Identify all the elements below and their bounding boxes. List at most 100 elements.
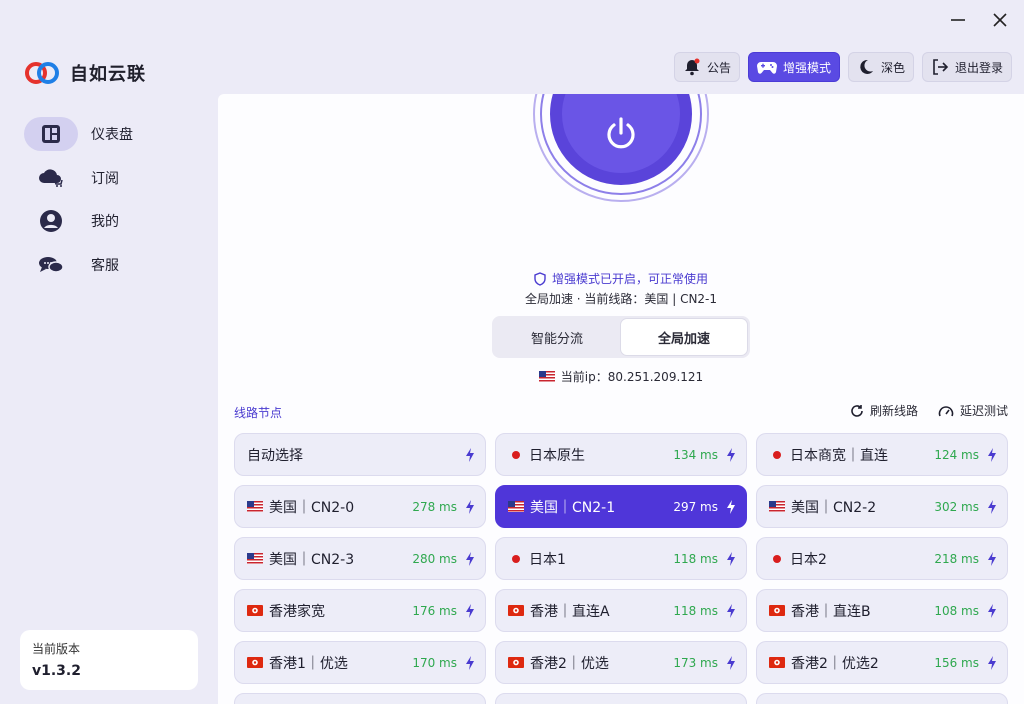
- node-name: 香港家宽: [269, 603, 325, 620]
- node-name: 日本原生: [529, 447, 585, 464]
- sidebar-item-dashboard[interactable]: 仪表盘: [24, 116, 204, 152]
- node-latency: 218 ms: [934, 551, 979, 566]
- enhanced-status: 增强模式已开启，可正常使用: [218, 270, 1024, 287]
- node-card[interactable]: 日本2 218 ms: [756, 537, 1008, 580]
- node-latency: 302 ms: [934, 499, 979, 514]
- mode-smart-split[interactable]: 智能分流: [494, 318, 620, 356]
- enhanced-mode-label: 增强模式: [782, 60, 831, 75]
- version-value: v1.3.2: [32, 663, 81, 679]
- node-latency: 176 ms: [412, 603, 457, 618]
- node-latency: 108 ms: [934, 603, 979, 618]
- sidebar-item-label: 我的: [91, 214, 119, 230]
- enhanced-mode-button[interactable]: 增强模式: [747, 52, 840, 82]
- node-name: 香港｜直连B: [791, 603, 871, 620]
- sidebar-item-profile[interactable]: 我的: [24, 203, 204, 239]
- lightning-icon: [988, 499, 996, 514]
- mode-global-accel[interactable]: 全局加速: [620, 318, 748, 356]
- current-ip: 当前ip：80.251.209.121: [218, 368, 1024, 385]
- sidebar-item-label: 客服: [91, 257, 119, 274]
- cloud-cart-icon: [24, 161, 78, 195]
- lightning-icon: [466, 655, 474, 670]
- current-mode-text: 全局加速 · 当前线路：美国 | CN2-1: [524, 292, 718, 306]
- dark-mode-label: 深色: [880, 60, 905, 75]
- top-toolbar: 公告 增强模式 深色 退出登录: [673, 52, 1012, 82]
- lightning-icon: [466, 551, 474, 566]
- node-card[interactable]: 自动选择: [234, 433, 486, 476]
- node-card-partial[interactable]: [756, 693, 1008, 704]
- nodes-section-title: 线路节点: [234, 406, 283, 420]
- logout-button[interactable]: 退出登录: [921, 52, 1012, 82]
- node-name: 香港｜直连A: [530, 603, 610, 620]
- minimize-icon: [951, 19, 965, 21]
- us-flag-icon: [247, 553, 263, 564]
- chat-icon: [24, 248, 78, 282]
- node-card[interactable]: 香港1｜优选 170 ms: [234, 641, 486, 684]
- sidebar-item-subscription[interactable]: 订阅: [24, 160, 204, 196]
- sidebar-item-label: 订阅: [91, 170, 119, 187]
- node-name: 美国｜CN2-0: [269, 499, 355, 516]
- node-name: 日本商宽｜直连: [790, 447, 888, 464]
- current-ip-text: 当前ip：80.251.209.121: [560, 370, 704, 384]
- node-card-partial[interactable]: [234, 693, 486, 704]
- lightning-icon: [466, 447, 474, 462]
- speedometer-icon: [938, 405, 954, 416]
- node-card[interactable]: 日本原生 134 ms: [495, 433, 747, 476]
- node-card-partial[interactable]: [495, 693, 747, 704]
- node-card[interactable]: 日本商宽｜直连 124 ms: [756, 433, 1008, 476]
- node-latency: 297 ms: [673, 499, 718, 514]
- lightning-icon: [727, 603, 735, 618]
- node-latency: 134 ms: [673, 447, 718, 462]
- us-flag-icon: [769, 501, 785, 512]
- node-card[interactable]: 美国｜CN2-1 297 ms: [495, 485, 747, 528]
- node-card[interactable]: 美国｜CN2-2 302 ms: [756, 485, 1008, 528]
- refresh-nodes-label: 刷新线路: [869, 404, 918, 418]
- power-button[interactable]: [533, 94, 709, 202]
- node-card[interactable]: 香港2｜优选2 156 ms: [756, 641, 1008, 684]
- node-card[interactable]: 香港2｜优选 173 ms: [495, 641, 747, 684]
- notice-button[interactable]: 公告: [673, 52, 740, 82]
- brand: 自如云联: [24, 60, 146, 86]
- node-name: 日本1: [529, 551, 566, 568]
- hk-flag-icon: [508, 605, 524, 616]
- dark-mode-button[interactable]: 深色: [847, 52, 914, 82]
- enhanced-status-text: 增强模式已开启，可正常使用: [551, 272, 708, 286]
- node-card[interactable]: 香港｜直连A 118 ms: [495, 589, 747, 632]
- node-name: 美国｜CN2-3: [269, 551, 355, 568]
- node-card[interactable]: 日本1 118 ms: [495, 537, 747, 580]
- node-name: 美国｜CN2-2: [791, 499, 877, 516]
- node-card[interactable]: 香港家宽 176 ms: [234, 589, 486, 632]
- dashboard-icon: [24, 117, 78, 151]
- logo-icon: [25, 62, 59, 84]
- latency-test-button[interactable]: 延迟测试: [938, 402, 1008, 419]
- dashboard-panel: 增强模式已开启，可正常使用 全局加速 · 当前线路：美国 | CN2-1 智能分…: [218, 94, 1024, 704]
- sidebar: 自如云联 仪表盘 订阅 我的 客服 当前版本 v1.3.2: [0, 0, 218, 704]
- us-flag-icon: [538, 371, 555, 382]
- node-card[interactable]: 香港｜直连B 108 ms: [756, 589, 1008, 632]
- close-button[interactable]: [986, 8, 1014, 32]
- sidebar-item-support[interactable]: 客服: [24, 247, 204, 283]
- node-name: 日本2: [790, 551, 827, 568]
- lightning-icon: [727, 499, 735, 514]
- node-latency: 124 ms: [934, 447, 979, 462]
- lightning-icon: [988, 447, 996, 462]
- node-latency: 170 ms: [412, 655, 457, 670]
- minimize-button[interactable]: [944, 8, 972, 32]
- hk-flag-icon: [247, 657, 263, 668]
- jp-flag-icon: [512, 450, 520, 459]
- node-latency: 118 ms: [673, 551, 718, 566]
- node-name: 美国｜CN2-1: [530, 499, 616, 516]
- node-name: 香港2｜优选: [530, 655, 609, 672]
- hk-flag-icon: [247, 605, 263, 616]
- logout-icon: [933, 59, 949, 75]
- nodes-actions: 刷新线路 延迟测试: [850, 402, 1008, 419]
- refresh-icon: [851, 404, 863, 417]
- node-card[interactable]: 美国｜CN2-0 278 ms: [234, 485, 486, 528]
- refresh-nodes-button[interactable]: 刷新线路: [850, 402, 918, 419]
- node-card[interactable]: 美国｜CN2-3 280 ms: [234, 537, 486, 580]
- us-flag-icon: [508, 501, 524, 512]
- node-grid: 自动选择 日本原生 134 ms 日本商宽｜直连 124 ms 美国｜CN2-0 278 m…: [234, 433, 1008, 704]
- power-icon: [607, 117, 635, 149]
- node-name: 香港1｜优选: [269, 655, 348, 672]
- hk-flag-icon: [769, 657, 785, 668]
- jp-flag-icon: [773, 450, 781, 459]
